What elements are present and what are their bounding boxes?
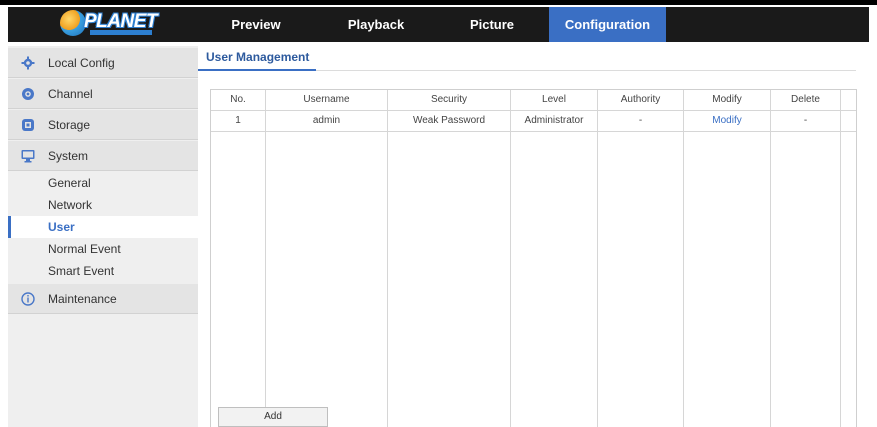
table-cell-username: admin <box>312 115 341 126</box>
column-divider <box>597 90 598 427</box>
sidebar-subitem-label: General <box>48 176 91 190</box>
main-content: User Management No. Username Security Le… <box>198 46 869 427</box>
tab-preview[interactable]: Preview <box>206 7 306 42</box>
column-divider <box>265 90 266 427</box>
column-header-authority: Authority <box>620 94 661 105</box>
sidebar-item-label: Channel <box>48 87 93 101</box>
section-tab-underline <box>198 69 316 71</box>
active-indicator <box>8 216 11 238</box>
table-cell-authority: - <box>638 115 643 126</box>
tab-configuration[interactable]: Configuration <box>549 7 666 42</box>
sidebar-subitem-network[interactable]: Network <box>8 194 198 216</box>
sidebar-subitem-normal-event[interactable]: Normal Event <box>8 238 198 260</box>
table-cell-delete: - <box>803 115 808 126</box>
sidebar-item-channel[interactable]: Channel <box>8 79 198 109</box>
sidebar-item-label: System <box>48 149 89 163</box>
planet-logo: PLANET <box>60 10 160 36</box>
user-table: No. Username Security Level Authority Mo… <box>210 89 857 427</box>
sidebar-item-storage[interactable]: Storage <box>8 110 198 140</box>
column-divider <box>683 90 684 427</box>
sidebar-item-maintenance[interactable]: Maintenance <box>8 284 198 314</box>
sidebar-subitem-label: Normal Event <box>48 242 121 256</box>
column-divider <box>840 90 841 427</box>
camera-icon <box>22 88 34 100</box>
column-header-modify: Modify <box>712 94 742 105</box>
column-divider <box>510 90 511 427</box>
info-icon <box>21 292 35 306</box>
monitor-icon <box>21 150 35 163</box>
sidebar-item-local-config[interactable]: Local Config <box>8 48 198 78</box>
section-title[interactable]: User Management <box>206 50 309 64</box>
sidebar-subitem-general[interactable]: General <box>8 172 198 194</box>
column-header-delete: Delete <box>791 94 820 105</box>
table-cell-security: Weak Password <box>412 115 486 126</box>
tab-picture[interactable]: Picture <box>437 7 547 42</box>
column-divider <box>387 90 388 427</box>
row-divider <box>211 131 856 132</box>
column-header-security: Security <box>430 94 468 105</box>
tab-playback[interactable]: Playback <box>326 7 426 42</box>
sidebar-item-label: Storage <box>48 118 91 132</box>
sidebar-subitem-label: User <box>48 220 75 234</box>
modify-link[interactable]: Modify <box>684 111 770 131</box>
top-bar: PLANET Preview Playback Picture Configur… <box>0 0 877 42</box>
sidebar-subitem-label: Network <box>48 198 93 212</box>
sidebar-subitem-smart-event[interactable]: Smart Event <box>8 260 198 282</box>
add-user-button[interactable]: Add <box>218 407 328 427</box>
column-header-username: Username <box>303 94 350 105</box>
sidebar-item-label: Maintenance <box>48 292 117 306</box>
gear-icon <box>21 56 35 70</box>
sidebar-item-label: Local Config <box>48 56 115 70</box>
sidebar: Local Config Channel Storage System Gene… <box>8 46 198 427</box>
column-header-level: Level <box>542 94 566 105</box>
top-border <box>0 0 877 5</box>
sidebar-subitem-user[interactable]: User <box>8 216 198 238</box>
sidebar-subitem-label: Smart Event <box>48 264 115 278</box>
logo-tagline-bar <box>90 30 152 35</box>
globe-icon <box>60 10 86 36</box>
column-header-no: No. <box>230 94 246 105</box>
table-cell-level: Administrator <box>524 115 584 126</box>
table-cell-no: 1 <box>235 115 241 126</box>
storage-icon <box>22 119 34 131</box>
sidebar-item-system[interactable]: System <box>8 141 198 171</box>
column-divider <box>770 90 771 427</box>
